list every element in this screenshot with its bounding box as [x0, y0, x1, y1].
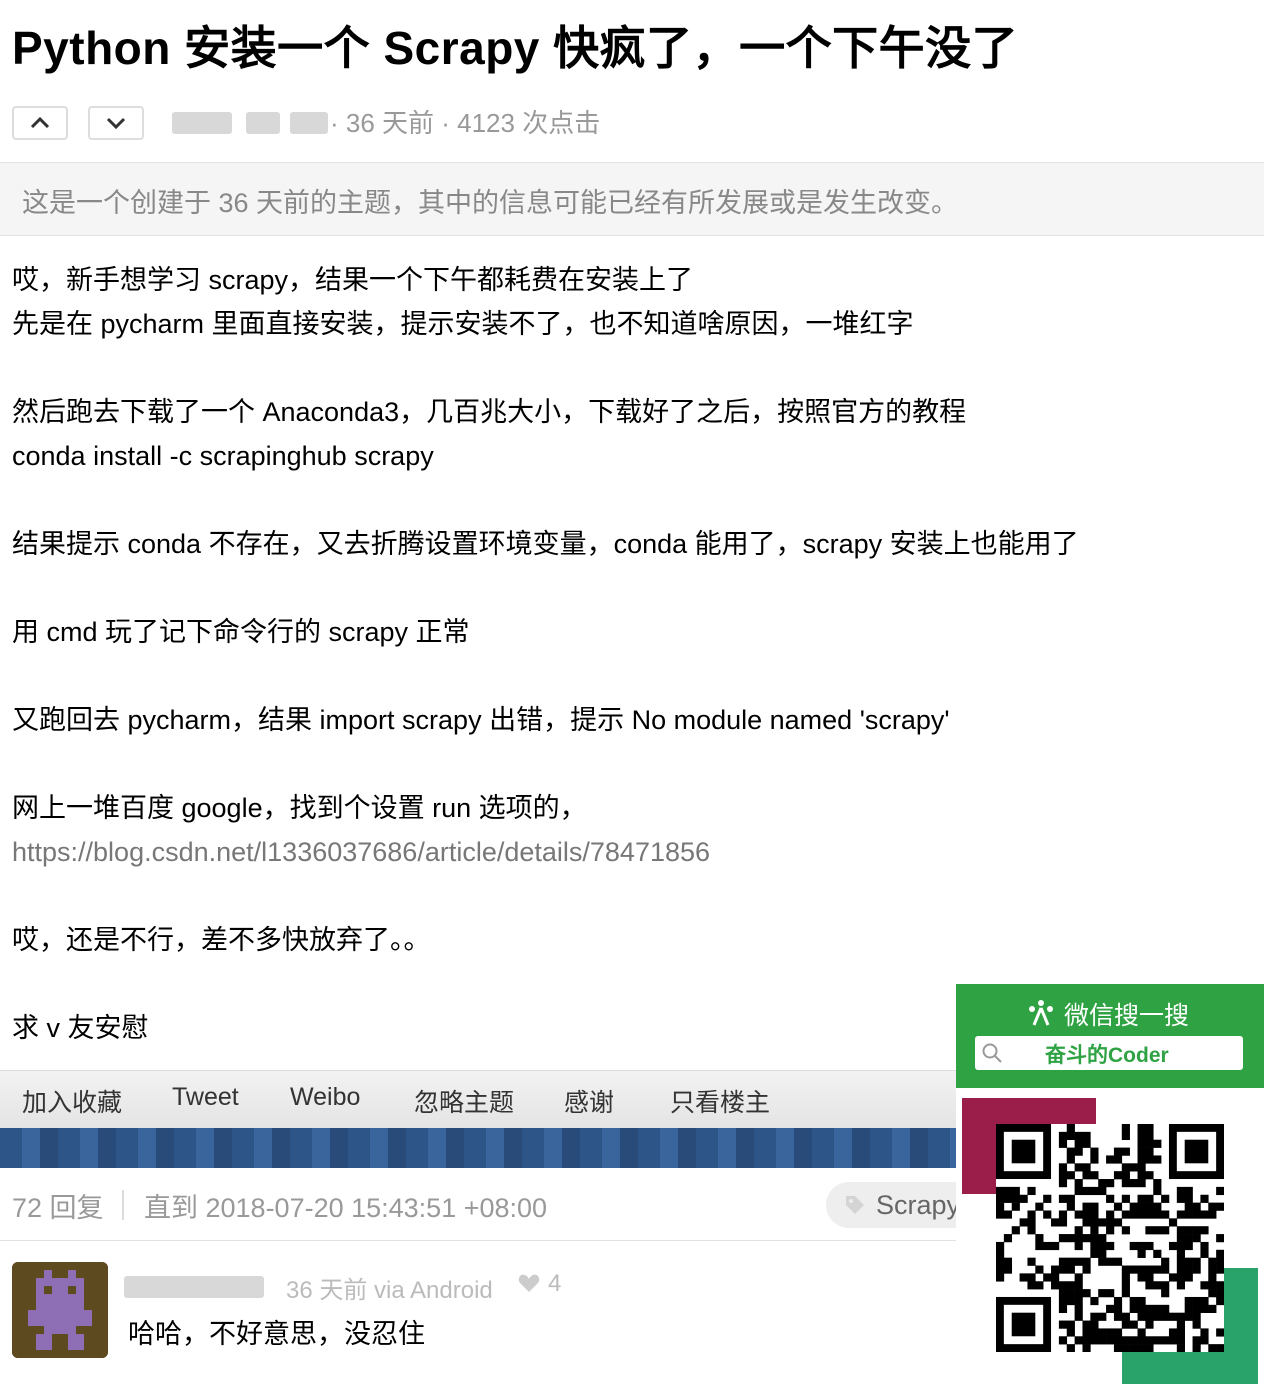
redacted-username: [124, 1276, 264, 1298]
topic-content: 哎，新手想学习 scrapy，结果一个下午都耗费在安装上了 先是在 pychar…: [12, 258, 1252, 1050]
content-line: 用 cmd 玩了记下命令行的 scrapy 正常: [12, 617, 470, 647]
tag-label: Scrapy: [876, 1190, 961, 1220]
content-line: conda install -c scrapinghub scrapy: [12, 441, 434, 471]
weibo-button[interactable]: Weibo: [290, 1083, 360, 1112]
content-line: 结果提示 conda 不存在，又去折腾设置环境变量，conda 能用了，scra…: [12, 529, 1079, 559]
tweet-button[interactable]: Tweet: [172, 1083, 239, 1112]
wechat-qr-overlay: 微信搜一搜 奋斗的Coder: [956, 984, 1264, 1394]
upvote-button[interactable]: [12, 106, 68, 140]
chevron-up-icon: [30, 116, 50, 129]
heart-icon: [518, 1274, 540, 1292]
content-gap: [12, 654, 1252, 698]
divider: [122, 1190, 124, 1220]
content-line: 网上一堆百度 google，找到个设置 run 选项的，: [12, 793, 587, 823]
content-gap: [12, 346, 1252, 390]
reply-meta: 36 天前 via Android: [286, 1277, 493, 1304]
csdn-link[interactable]: https://blog.csdn.net/l1336037686/articl…: [12, 837, 710, 867]
topic-title: Python 安装一个 Scrapy 快疯了，一个下午没了: [12, 22, 1019, 74]
tag-icon: [846, 1196, 864, 1214]
op-only-button[interactable]: 只看楼主: [670, 1083, 770, 1119]
content-line: 哎，还是不行，差不多快放弃了。。: [12, 925, 431, 955]
downvote-button[interactable]: [88, 106, 144, 140]
redacted-author-part: [246, 112, 280, 134]
wechat-search-box[interactable]: 奋斗的Coder: [975, 1036, 1243, 1070]
content-line: 哎，新手想学习 scrapy，结果一个下午都耗费在安装上了: [12, 265, 694, 295]
reply-count: 72 回复: [12, 1193, 104, 1223]
last-reply-time: 直到 2018-07-20 15:43:51 +08:00: [144, 1193, 548, 1223]
content-gap: [12, 874, 1252, 918]
content-line: 又跑回去 pycharm，结果 import scrapy 出错，提示 No m…: [12, 705, 950, 735]
qr-code: [996, 1124, 1225, 1353]
qr-code-icon: [996, 1124, 1225, 1353]
avatar[interactable]: [12, 1262, 108, 1358]
redacted-author-part: [290, 112, 328, 134]
search-icon: [982, 1043, 1002, 1063]
like-count: 4: [548, 1270, 562, 1297]
content-line: 先是在 pycharm 里面直接安装，提示安装不了，也不知道啥原因，一堆红字: [12, 309, 914, 339]
wechat-search-logo-icon: [1029, 1000, 1053, 1026]
pixel-avatar-icon: [12, 1262, 108, 1358]
notice-text: 这是一个创建于 36 天前的主题，其中的信息可能已经有所发展或是发生改变。: [22, 188, 959, 218]
content-gap: [12, 566, 1252, 610]
content-gap: [12, 742, 1252, 786]
redacted-author: [172, 112, 232, 134]
wechat-title: 微信搜一搜: [1064, 1002, 1190, 1030]
topic-meta: · 36 天前 · 4123 次点击: [330, 108, 601, 138]
thanks-button[interactable]: 感谢: [564, 1083, 614, 1119]
favorite-button[interactable]: 加入收藏: [22, 1083, 122, 1119]
wechat-header: 微信搜一搜 奋斗的Coder: [956, 984, 1264, 1088]
reply-text: 哈哈，不好意思，没忍住: [128, 1319, 425, 1349]
chevron-down-icon: [106, 117, 126, 130]
content-line: 然后跑去下载了一个 Anaconda3，几百兆大小，下载好了之后，按照官方的教程: [12, 397, 967, 427]
outdated-notice: 这是一个创建于 36 天前的主题，其中的信息可能已经有所发展或是发生改变。: [0, 162, 1264, 236]
wechat-query: 奋斗的Coder: [1045, 1044, 1169, 1067]
ignore-topic-button[interactable]: 忽略主题: [414, 1083, 514, 1119]
content-gap: [12, 478, 1252, 522]
